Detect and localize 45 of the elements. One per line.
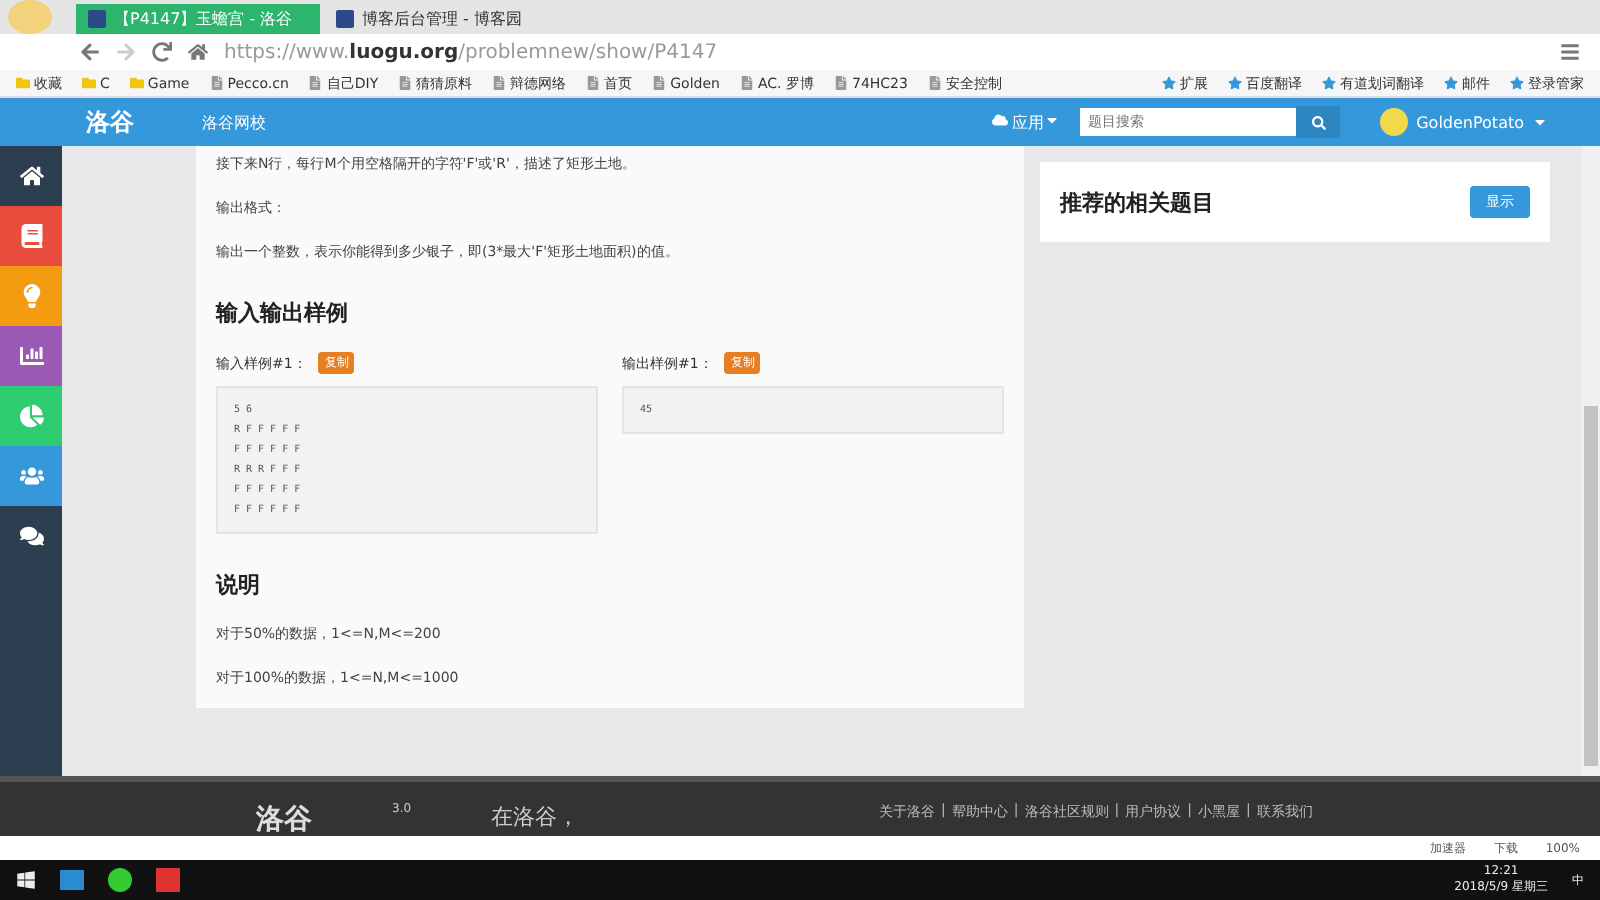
- section-heading: 说明: [216, 570, 262, 600]
- people-icon: [19, 464, 43, 488]
- sidebar-item[interactable]: [0, 326, 62, 386]
- page-icon: [308, 76, 323, 90]
- folder-icon: [129, 76, 144, 90]
- chat-icon: [19, 524, 43, 548]
- page-icon: [833, 76, 848, 90]
- footer-slogan: 在洛谷，: [491, 802, 580, 832]
- star-icon: [1228, 76, 1242, 90]
- page-icon: [739, 76, 754, 90]
- lightbulb-icon: [19, 284, 43, 308]
- bar-chart-icon: [19, 344, 43, 368]
- folder-icon: [82, 76, 96, 90]
- page-icon: [652, 76, 667, 90]
- page-icon: [927, 76, 942, 90]
- section-heading: 输入输出样例: [216, 298, 350, 328]
- search-icon: [1311, 115, 1326, 129]
- scrollbar[interactable]: [1582, 146, 1600, 776]
- start-icon[interactable]: [16, 870, 36, 890]
- folder-icon: [16, 76, 30, 90]
- footer-logo: 洛谷: [256, 802, 312, 836]
- page-icon: [586, 76, 601, 90]
- star-icon: [1510, 76, 1524, 90]
- book-icon: [19, 224, 43, 248]
- star-icon: [1444, 76, 1458, 90]
- page-icon: [492, 76, 507, 90]
- site-logo: 洛谷: [86, 105, 136, 139]
- star-icon: [1322, 76, 1336, 90]
- pie-chart-icon: [19, 404, 43, 428]
- back-icon[interactable]: [80, 42, 100, 62]
- site-icon: [88, 10, 106, 28]
- avatar: [8, 0, 52, 34]
- app-icon[interactable]: [108, 868, 132, 892]
- card-title: 推荐的相关题目: [1060, 187, 1214, 217]
- home-icon[interactable]: [188, 42, 208, 62]
- site-icon: [336, 10, 354, 28]
- cloud-icon: [991, 111, 1008, 127]
- caret-icon: [1532, 114, 1548, 130]
- page-icon: [398, 76, 413, 90]
- star-icon: [1162, 76, 1176, 90]
- menu-icon[interactable]: [1560, 42, 1580, 62]
- reload-icon[interactable]: [152, 42, 172, 62]
- page-icon: [209, 76, 224, 90]
- home-icon: [19, 164, 43, 188]
- search-button[interactable]: [1296, 106, 1341, 138]
